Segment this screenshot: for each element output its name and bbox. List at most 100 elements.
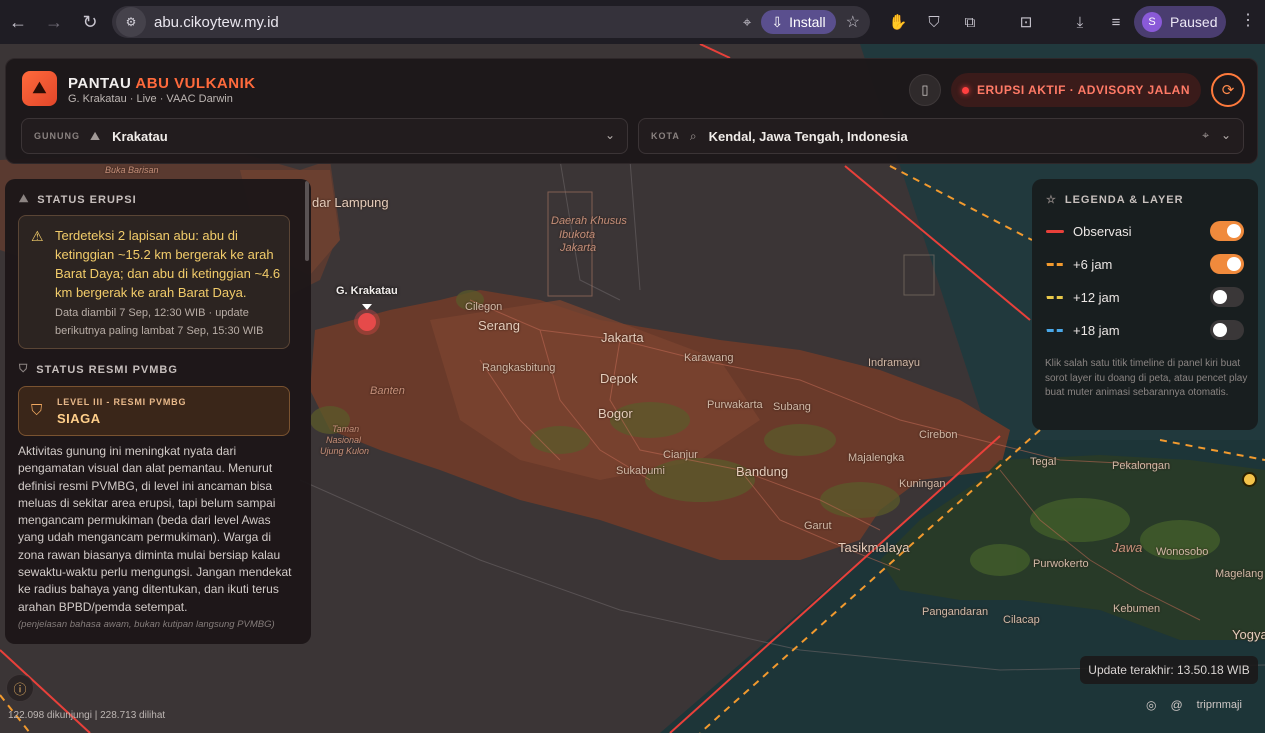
legend-label: +6 jam [1073,256,1113,272]
extension-shield-icon[interactable]: ⛉ [916,6,952,38]
map-label: Jakarta [560,242,597,254]
layer-toggle[interactable] [1210,221,1244,241]
map-label: Karawang [684,352,734,364]
scrollbar[interactable] [305,181,309,261]
chevron-down-icon[interactable]: ⌄ [1221,128,1231,142]
map-label: Magelang [1215,568,1264,580]
app-header: ⛰ PANTAU ABU VULKANIK G. Krakatau · Live… [5,58,1258,164]
map-label: Banten [370,385,405,397]
erupsi-meta: Data diambil 7 Sep, 12:30 WIB · update b… [55,307,264,337]
legend-line-swatch [1046,328,1064,332]
media-control-icon[interactable]: ≡ [1098,6,1134,38]
map-label: Buka Barisan [105,165,159,175]
profile-status: Paused [1170,14,1218,30]
toggle-knob [1213,290,1227,304]
toggle-knob [1227,224,1241,238]
bookmark-star-icon[interactable]: ☆ [846,12,860,32]
map-label: Bandung [736,464,789,479]
map-label: Wonosobo [1156,546,1209,558]
map-label: Pekalongan [1112,460,1171,472]
screenshot-icon[interactable]: ⊡ [1008,6,1044,38]
extensions-puzzle-icon[interactable]: ⧉ [952,6,988,38]
layer-toggle[interactable] [1210,320,1244,340]
shield-icon: ⛉ [31,402,43,419]
map-label: Taman [332,424,360,434]
legend-line-swatch [1046,295,1064,299]
app-title: PANTAU ABU VULKANIK [68,75,256,92]
erupsi-alert-card: ⚠ Terdeteksi 2 lapisan abu: abu di ketin… [18,215,290,349]
social-links: ◎ @ triprnmaji [1146,698,1242,712]
locate-me-icon[interactable]: ⌖ [1202,128,1209,143]
legend-line-swatch [1046,229,1064,233]
map-label: Jakarta [601,330,644,345]
map-label: Purwokerto [1033,558,1089,570]
toggle-knob [1213,323,1227,337]
address-bar[interactable]: ⚙ abu.cikoytew.my.id ⌖ ⇩ Install ☆ [112,6,870,38]
map-label: Kuningan [899,478,946,490]
map-label: Daerah Khusus [551,215,627,227]
back-icon[interactable]: ← [0,4,36,40]
toggle-knob [1227,257,1241,271]
status-panel[interactable]: ⛰ STATUS ERUPSI ⚠ Terdeteksi 2 lapisan a… [5,179,311,644]
instagram-icon[interactable]: ◎ [1146,698,1156,712]
map-label: Cirebon [919,429,958,441]
map-label: Garut [804,520,832,532]
map-label: Jawa [1112,540,1143,555]
legend-item: +18 jam [1046,319,1244,341]
threads-icon[interactable]: @ [1170,698,1182,712]
profile-button[interactable]: S Paused [1134,6,1226,38]
kota-search-input[interactable]: KOTA ⌕ Kendal, Jawa Tengah, Indonesia ⌖ … [638,118,1244,154]
volcano-marker[interactable] [358,313,376,331]
map-label: Subang [773,401,811,413]
volcano-label: G. Krakatau [336,285,398,297]
legend-line-swatch [1046,262,1064,266]
update-timestamp: Update terakhir: 13.50.18 WIB [1080,656,1258,684]
site-settings-icon[interactable]: ⚙ [116,7,146,37]
legend-label: +18 jam [1073,322,1120,338]
map-label: Yogya [1232,627,1265,642]
more-menu-icon[interactable]: ⋮ [1238,10,1258,34]
legend-hint: Klik salah satu titik timeline di panel … [1045,358,1248,398]
map-label: Nasional [326,435,362,445]
level-note: (penjelasan bahasa awam, bukan kutipan l… [18,619,275,630]
city-marker[interactable] [1242,472,1257,487]
forward-icon[interactable]: → [36,4,72,40]
map-label: Sukabumi [616,465,665,477]
map-label: Bogor [598,406,633,421]
warning-icon: ⚠ [31,228,44,244]
level-description: Aktivitas gunung ini meningkat nyata dar… [18,444,292,614]
layer-toggle[interactable] [1210,287,1244,307]
panel-toggle-icon[interactable]: ▯ [909,74,941,106]
refresh-button[interactable]: ⟳ [1211,73,1245,107]
download-icon[interactable]: ⤓ [1062,6,1098,38]
install-button[interactable]: ⇩ Install [761,10,836,34]
browser-toolbar: ← → ↻ ⚙ abu.cikoytew.my.id ⌖ ⇩ Install ☆… [0,0,1265,44]
status-badge: ERUPSI AKTIF · ADVISORY JALAN [951,73,1201,107]
star-icon: ☆ [1046,194,1057,206]
section-title-erupsi: ⛰ STATUS ERUPSI [19,193,137,206]
shield-icon: ⛉ [19,363,29,375]
map-label: Serang [478,318,520,333]
extension-hand-icon[interactable]: ✋ [880,6,916,38]
map-label: Ibukota [559,229,596,241]
map-label: Depok [600,371,638,386]
reload-icon[interactable]: ↻ [72,4,108,40]
legend-item: +6 jam [1046,253,1244,275]
layer-toggle[interactable] [1210,254,1244,274]
map-label: Purwakarta [707,399,763,411]
volcano-logo-icon: ⛰ [22,71,57,106]
gunung-select[interactable]: GUNUNG ⛰ Krakatau ⌄ [21,118,628,154]
mountain-icon: ⛰ [90,128,101,143]
mountain-icon: ⛰ [19,193,30,205]
section-title-resmi: ⛉ STATUS RESMI PVMBG [19,363,178,376]
map-label: dar Lampung [312,195,389,210]
info-icon[interactable]: ⓘ [6,674,34,702]
url-text[interactable]: abu.cikoytew.my.id [154,14,279,31]
map-label: Pangandaran [922,606,989,618]
volcano-pin-icon [362,304,372,310]
author-handle[interactable]: triprnmaji [1197,699,1242,711]
location-icon[interactable]: ⌖ [743,14,751,31]
map-label: Indramayu [868,357,920,369]
map-label: Cilacap [1003,614,1040,626]
legend-title: ☆ LEGENDA & LAYER [1046,193,1184,207]
